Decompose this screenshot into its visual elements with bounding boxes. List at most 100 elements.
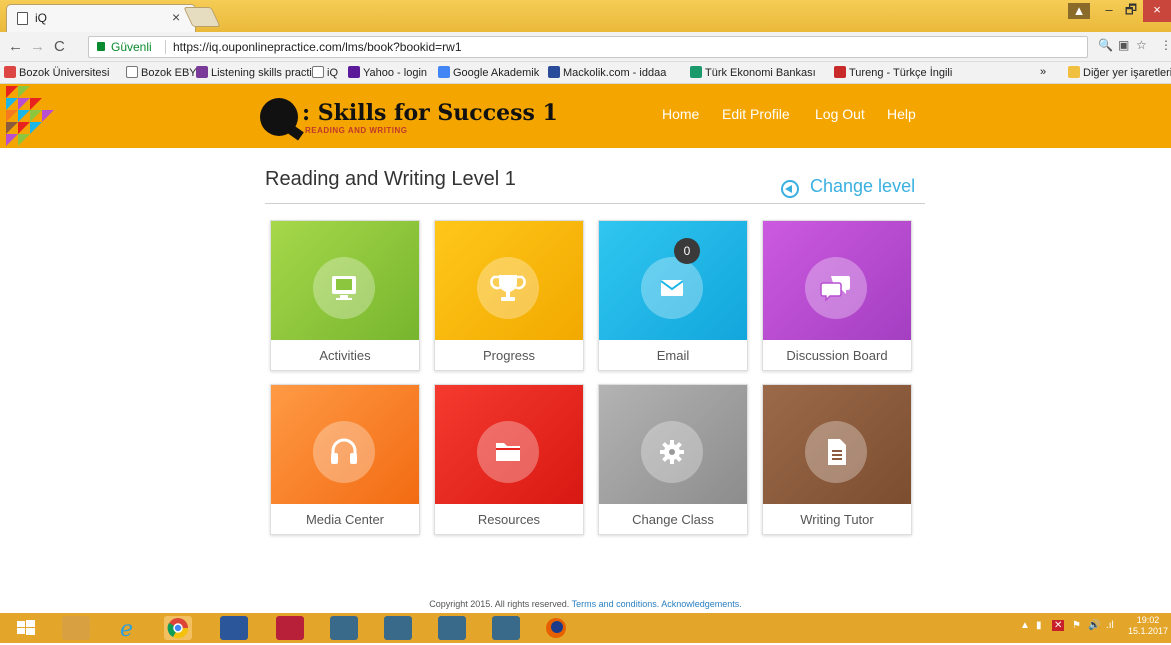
bookmark-item[interactable]: Bozok EBYS (126, 66, 204, 79)
network-signal-icon[interactable]: .ıl (1106, 620, 1114, 631)
tile-resources[interactable]: Resources (434, 384, 584, 535)
bookmark-folder[interactable]: Diğer yer işaretleri (1068, 66, 1171, 79)
browser-tab[interactable]: iQ × (6, 4, 196, 32)
tile-label: Change Class (632, 512, 714, 527)
windows-taskbar: e ▲ ▮ ✕ ⚑ 🔊 .ıl 19:02 15.1.2017 (0, 613, 1171, 643)
tile-discussion-board[interactable]: Discussion Board (762, 220, 912, 371)
tray-expand-icon[interactable]: ▲ (1020, 620, 1030, 631)
tile-email[interactable]: 0 Email (598, 220, 748, 371)
battery-icon[interactable]: ▮ (1036, 620, 1042, 631)
bookmark-label: Mackolik.com - iddaa (563, 67, 667, 79)
volume-icon[interactable]: 🔊 (1088, 620, 1100, 631)
antivirus-icon[interactable]: ✕ (1052, 620, 1065, 631)
page-title: Reading and Writing Level 1 (265, 168, 516, 190)
bookmark-label: Bozok EBYS (141, 67, 204, 79)
tile-change-class[interactable]: Change Class (598, 384, 748, 535)
headphones-icon (313, 421, 375, 483)
tile-media-center[interactable]: Media Center (270, 384, 420, 535)
close-window-button[interactable]: × (1143, 0, 1171, 22)
nav-help[interactable]: Help (887, 106, 916, 122)
app-icon[interactable] (492, 616, 520, 640)
tab-title: iQ (35, 11, 47, 25)
bookmark-item[interactable]: Listening skills practic (196, 66, 317, 79)
acknowledgements-link[interactable]: Acknowledgements. (661, 599, 742, 609)
mosaic-logo-icon (6, 86, 54, 146)
bookmark-label: Bozok Üniversitesi (19, 67, 110, 79)
clock-date: 15.1.2017 (1128, 626, 1169, 636)
tile-label: Progress (482, 348, 536, 363)
tile-progress[interactable]: Progress (434, 220, 584, 371)
tile-activities[interactable]: Activities (270, 220, 420, 371)
chat-bubbles-icon (805, 257, 867, 319)
bookmark-label: Tureng - Türkçe İngili (849, 67, 953, 79)
tile-label: Discussion Board (786, 348, 888, 363)
zoom-icon[interactable]: 🔍 (1098, 38, 1113, 52)
reload-icon[interactable]: C (54, 38, 65, 55)
url-text[interactable]: https://iq.ouponlinepractice.com/lms/boo… (173, 40, 462, 54)
bookmark-favicon-icon (196, 66, 208, 78)
bookmark-label: Türk Ekonomi Bankası (705, 67, 816, 79)
browser-toolbar: ← → C Güvenli https://iq.ouponlinepracti… (0, 32, 1171, 62)
menu-icon[interactable]: ⋮ (1160, 38, 1171, 52)
tile-writing-tutor[interactable]: Writing Tutor (762, 384, 912, 535)
app-icon[interactable] (330, 616, 358, 640)
bookmark-item[interactable]: Mackolik.com - iddaa (548, 66, 666, 79)
secure-label: Güvenli (111, 40, 152, 54)
back-arrow-icon[interactable]: ← (8, 38, 23, 55)
bookmarks-overflow-button[interactable]: » (1040, 66, 1046, 78)
tile-label: Email (656, 348, 690, 363)
bookmark-label: Diğer yer işaretleri (1083, 67, 1171, 79)
chrome-icon[interactable] (164, 616, 192, 640)
unread-count-badge: 0 (674, 238, 700, 264)
minimize-button[interactable]: – (1098, 0, 1120, 22)
file-explorer-icon[interactable] (62, 616, 90, 640)
bookmark-star-icon[interactable]: ☆ (1136, 38, 1147, 52)
bookmark-item[interactable]: Yahoo - login (348, 66, 427, 79)
terms-link[interactable]: Terms and conditions. (572, 599, 660, 609)
envelope-icon (641, 257, 703, 319)
maximize-button[interactable]: 🗗 (1120, 0, 1142, 22)
bookmark-favicon-icon (4, 66, 16, 78)
profile-icon[interactable]: ▲ (1068, 3, 1090, 19)
page-icon (312, 66, 324, 78)
bookmark-item[interactable]: Google Akademik (438, 66, 539, 79)
bookmark-item[interactable]: iQ (312, 66, 338, 79)
bookmarks-bar: Bozok Üniversitesi Bozok EBYS Listening … (0, 62, 1171, 84)
system-clock[interactable]: 19:02 15.1.2017 (1128, 615, 1168, 637)
flag-icon[interactable]: ⚑ (1072, 620, 1081, 631)
internet-explorer-icon[interactable]: e (114, 616, 142, 642)
gear-icon (641, 421, 703, 483)
app-icon[interactable] (384, 616, 412, 640)
svg-text:e: e (120, 617, 133, 640)
tab-close-button[interactable]: × (172, 9, 180, 25)
windows-start-icon[interactable] (14, 616, 38, 640)
bookmark-item[interactable]: Türk Ekonomi Bankası (690, 66, 816, 79)
bookmark-item[interactable]: Bozok Üniversitesi (4, 66, 109, 79)
nav-log-out[interactable]: Log Out (815, 106, 865, 122)
lock-icon (97, 42, 105, 51)
firefox-icon[interactable] (542, 616, 570, 640)
yahoo-icon (348, 66, 360, 78)
bookmark-label: Listening skills practic (211, 67, 318, 79)
change-level-link[interactable]: Change level (810, 176, 915, 197)
translate-icon[interactable]: ▣ (1118, 38, 1129, 52)
nav-edit-profile[interactable]: Edit Profile (722, 106, 790, 122)
site-header: : Skills for Success 1 READING AND WRITI… (0, 84, 1171, 148)
tile-label: Resources (477, 512, 541, 527)
bookmark-item[interactable]: Tureng - Türkçe İngili (834, 66, 952, 79)
word-icon[interactable] (220, 616, 248, 640)
nav-home[interactable]: Home (662, 106, 699, 122)
divider (265, 203, 925, 204)
mendeley-icon[interactable] (276, 616, 304, 640)
address-bar[interactable]: Güvenli https://iq.ouponlinepractice.com… (88, 36, 1088, 58)
logo-title: : Skills for Success 1 (302, 100, 558, 126)
page-icon (17, 12, 28, 25)
logo-subtitle: READING AND WRITING (305, 126, 408, 135)
clock-time: 19:02 (1136, 615, 1160, 625)
bookmark-label: Google Akademik (453, 67, 540, 79)
app-icon[interactable] (438, 616, 466, 640)
copyright: Copyright 2015. All rights reserved. Ter… (0, 599, 1171, 609)
forward-arrow-icon[interactable]: → (30, 38, 45, 55)
back-circle-icon[interactable] (781, 180, 799, 198)
q-logo-icon (260, 98, 298, 136)
